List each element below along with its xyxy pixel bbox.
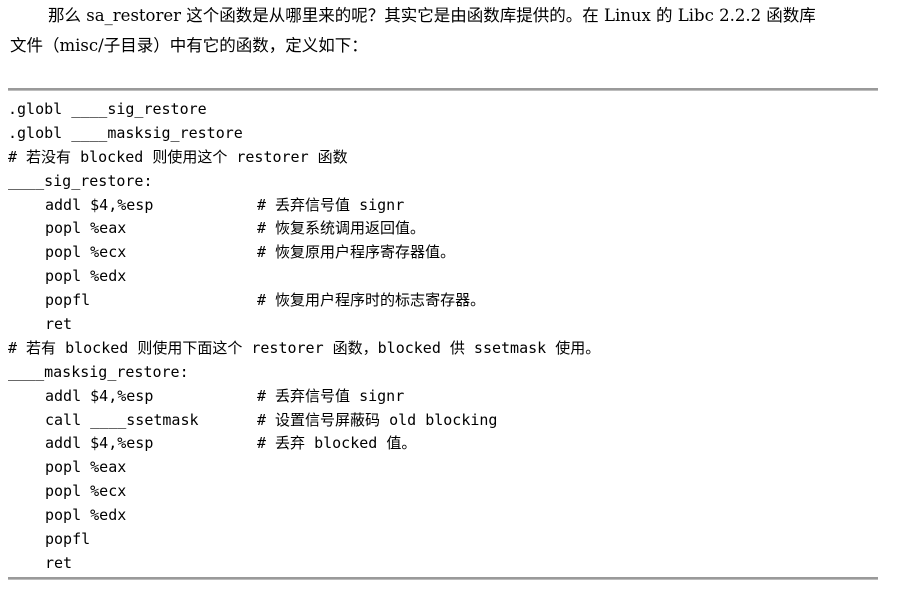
code-block-top-rule: [8, 88, 878, 91]
code-text: addl $4,%esp: [45, 195, 154, 214]
code-line: popl %ecx: [8, 480, 878, 504]
code-text: popl %edx: [45, 506, 127, 525]
code-text: popl %ecx: [45, 243, 127, 262]
code-text: popl %edx: [45, 267, 127, 286]
code-line: ____masksig_restore:: [8, 361, 878, 385]
code-text: ret: [45, 553, 73, 572]
code-text: .globl ____masksig_restore: [8, 123, 243, 142]
code-text: ____sig_restore:: [8, 171, 153, 190]
code-line: popl %edx: [8, 504, 878, 528]
code-line: popl %edx: [8, 265, 878, 289]
code-block-bottom-rule: [8, 577, 878, 580]
intro-line-2: 文件（misc/子目录）中有它的函数，定义如下：: [10, 36, 368, 55]
code-text: .globl ____sig_restore: [8, 100, 207, 118]
code-text: popl %ecx: [45, 482, 127, 501]
code-text: addl $4,%esp: [45, 386, 154, 405]
code-listing: .globl ____sig_restore .globl ____masksig…: [8, 98, 878, 576]
code-comment: # 恢复原用户程序寄存器值。: [257, 243, 456, 262]
code-line: .globl ____masksig_restore: [8, 122, 878, 146]
intro-paragraph: 那么 sa_restorer 这个函数是从哪里来的呢？其实它是由函数库提供的。在…: [10, 1, 890, 61]
code-line: ____sig_restore:: [8, 170, 878, 194]
code-line: .globl ____sig_restore: [8, 98, 878, 122]
code-line: addl $4,%esp # 丢弃信号值 signr: [8, 194, 878, 218]
code-text: call ____ssetmask: [45, 410, 199, 429]
code-line: addl $4,%esp # 丢弃信号值 signr: [8, 385, 878, 409]
code-line: ret: [8, 552, 878, 576]
code-line: popl %ecx # 恢复原用户程序寄存器值。: [8, 241, 878, 265]
code-comment: # 丢弃 blocked 值。: [257, 434, 417, 453]
intro-line-1: 那么 sa_restorer 这个函数是从哪里来的呢？其实它是由函数库提供的。在…: [48, 6, 816, 25]
code-line: ret: [8, 313, 878, 337]
code-text: # 若没有 blocked 则使用这个 restorer 函数: [8, 147, 348, 166]
code-text: popl %eax: [45, 458, 127, 477]
code-line: popfl # 恢复用户程序时的标志寄存器。: [8, 289, 878, 313]
code-line: popfl: [8, 528, 878, 552]
code-text: popfl: [45, 530, 91, 549]
code-text: ret: [45, 315, 73, 334]
code-comment: # 恢复用户程序时的标志寄存器。: [257, 291, 486, 310]
code-comment: # 恢复系统调用返回值。: [257, 219, 426, 238]
code-line: popl %eax # 恢复系统调用返回值。: [8, 217, 878, 241]
code-line: # 若有 blocked 则使用下面这个 restorer 函数，blocked…: [8, 337, 878, 361]
code-text: addl $4,%esp: [45, 434, 154, 453]
code-comment: # 设置信号屏蔽码 old blocking: [257, 410, 498, 429]
code-text: popl %eax: [45, 219, 127, 238]
code-line: popl %eax: [8, 456, 878, 480]
code-line: # 若没有 blocked 则使用这个 restorer 函数: [8, 146, 878, 170]
code-comment: # 丢弃信号值 signr: [257, 386, 405, 405]
code-comment: # 丢弃信号值 signr: [257, 195, 405, 214]
code-text: ____masksig_restore:: [8, 362, 189, 381]
code-line: call ____ssetmask # 设置信号屏蔽码 old blocking: [8, 409, 878, 433]
code-text: # 若有 blocked 则使用下面这个 restorer 函数，blocked…: [8, 338, 601, 357]
code-text: popfl: [45, 291, 91, 310]
code-line: addl $4,%esp # 丢弃 blocked 值。: [8, 432, 878, 456]
